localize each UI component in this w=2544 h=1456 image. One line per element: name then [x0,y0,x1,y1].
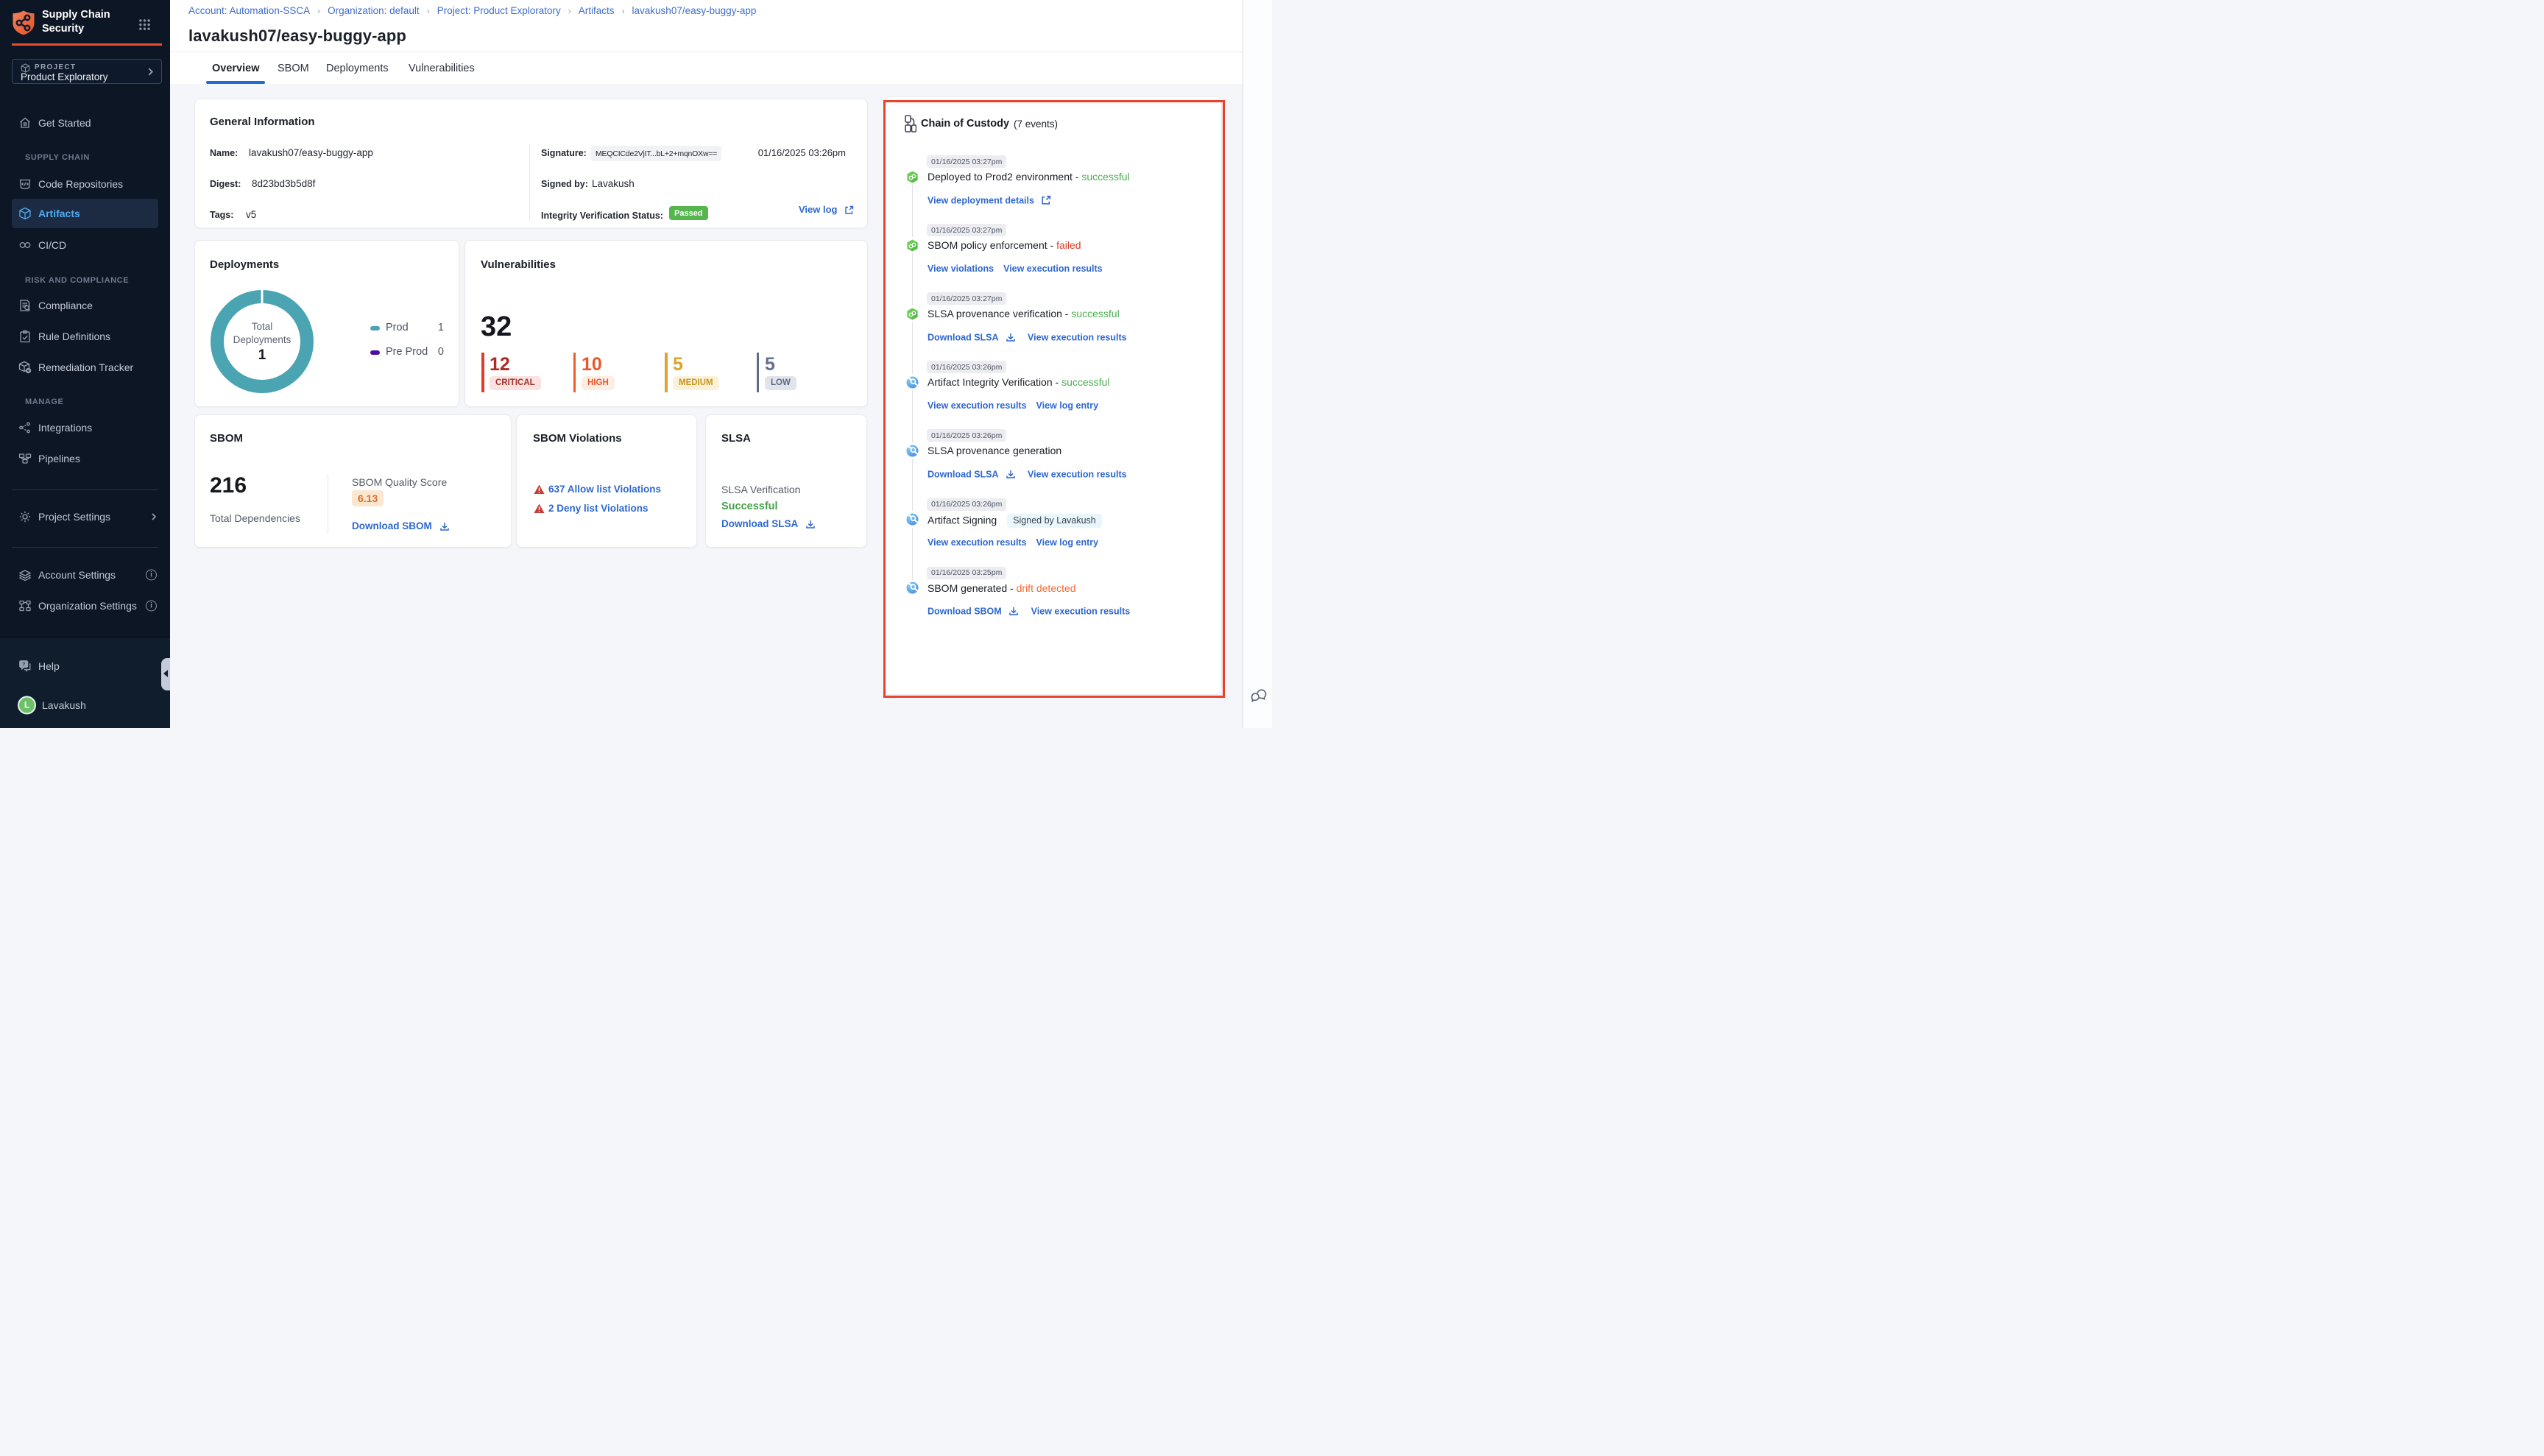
svg-text:?: ? [22,662,25,668]
